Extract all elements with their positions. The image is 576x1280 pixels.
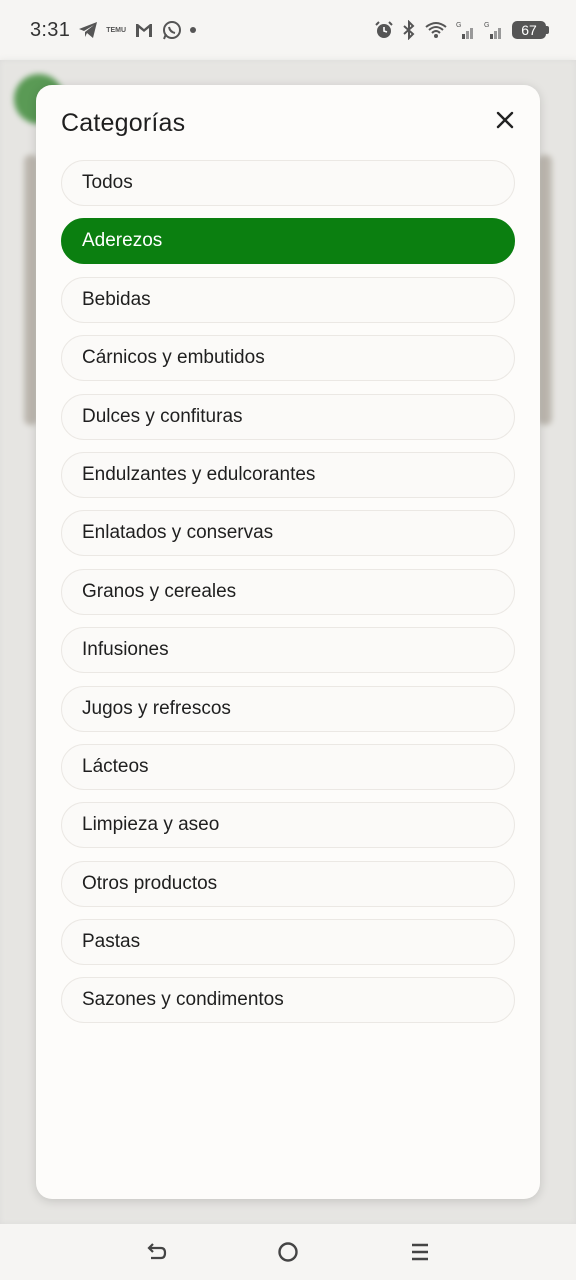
status-right: G G 67 (374, 20, 549, 40)
category-item[interactable]: Sazones y condimentos (61, 977, 515, 1024)
notification-dot (190, 27, 197, 33)
category-item[interactable]: Dulces y confituras (61, 393, 515, 440)
wifi-icon (424, 21, 448, 39)
signal-icon: G (456, 20, 476, 40)
category-item[interactable]: Lácteos (61, 743, 515, 790)
whatsapp-icon (162, 20, 182, 40)
close-icon (496, 111, 514, 129)
navigation-bar (0, 1224, 576, 1280)
signal-label: G (484, 22, 489, 29)
category-item[interactable]: Cárnicos y embutidos (61, 335, 515, 382)
categories-modal: Categorías Todos Aderezos Bebidas Cárnic… (36, 85, 540, 1199)
back-icon (147, 1243, 167, 1260)
battery-indicator: 67 (512, 21, 549, 39)
signal-icon: G (484, 20, 504, 40)
category-item[interactable]: Endulzantes y edulcorantes (61, 451, 515, 498)
gmail-icon (134, 22, 154, 38)
category-item-selected[interactable]: Aderezos (61, 218, 515, 265)
temu-icon: TEMU (106, 26, 127, 34)
modal-title: Categorías (61, 109, 186, 137)
alarm-icon (374, 20, 394, 40)
home-button[interactable] (268, 1232, 308, 1272)
category-item[interactable]: Otros productos (61, 860, 515, 907)
category-item[interactable]: Enlatados y conservas (61, 510, 515, 557)
category-item[interactable]: Jugos y refrescos (61, 685, 515, 732)
home-icon (278, 1242, 298, 1262)
category-list: Todos Aderezos Bebidas Cárnicos y embuti… (61, 160, 515, 1024)
category-item[interactable]: Pastas (61, 919, 515, 966)
category-item[interactable]: Granos y cereales (61, 568, 515, 615)
status-bar: 3:31 TEMU G G 67 (0, 0, 576, 60)
category-item[interactable]: Limpieza y aseo (61, 802, 515, 849)
category-item[interactable]: Todos (61, 160, 515, 206)
recents-icon (412, 1243, 428, 1261)
bluetooth-icon (402, 20, 416, 40)
close-button[interactable] (494, 109, 516, 131)
status-time: 3:31 (30, 18, 71, 41)
telegram-icon (78, 21, 98, 39)
status-left: 3:31 TEMU (30, 18, 197, 42)
recents-button[interactable] (400, 1232, 440, 1272)
back-button[interactable] (136, 1232, 176, 1272)
category-item[interactable]: Infusiones (61, 627, 515, 674)
category-item[interactable]: Bebidas (61, 276, 515, 323)
background-card (538, 155, 552, 425)
signal-label: G (456, 22, 461, 29)
